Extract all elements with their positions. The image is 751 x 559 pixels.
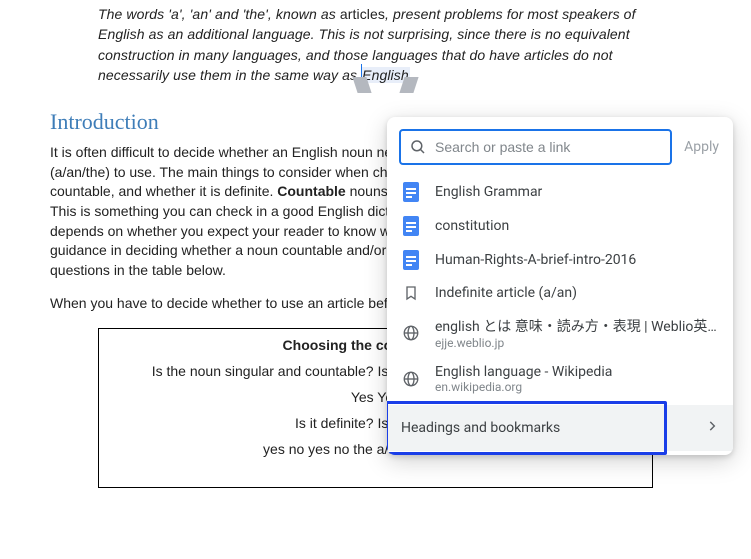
headings-label: Headings and bookmarks xyxy=(401,420,560,436)
globe-icon xyxy=(402,370,420,388)
abstract-text-a: The words 'a', 'an' and 'the', known as xyxy=(98,6,340,22)
globe-icon xyxy=(402,324,420,342)
suggestion-title: Indefinite article (a/an) xyxy=(435,285,719,301)
suggestion-doc[interactable]: Human-Rights-A-brief-intro-2016 xyxy=(387,243,733,277)
link-suggestions: English Grammar constitution Human-Right… xyxy=(387,173,733,455)
suggestion-doc[interactable]: constitution xyxy=(387,209,733,243)
suggestion-title: English language - Wikipedia xyxy=(435,364,719,380)
p1-bold: Countable xyxy=(277,183,345,199)
docs-icon xyxy=(403,216,419,236)
apply-button[interactable]: Apply xyxy=(682,139,721,155)
abstract-paragraph: The words 'a', 'an' and 'the', known as … xyxy=(50,4,701,97)
selected-word-wrap: English xyxy=(361,65,410,85)
bookmark-icon xyxy=(403,284,419,302)
link-search-input[interactable] xyxy=(433,138,662,156)
suggestion-title: Human-Rights-A-brief-intro-2016 xyxy=(435,252,719,268)
link-search-box[interactable] xyxy=(399,129,672,165)
search-icon xyxy=(409,138,427,156)
docs-icon xyxy=(403,182,419,202)
suggestion-web[interactable]: english とは 意味・読み方・表現 | Weblio英和辞書 ejje.w… xyxy=(387,309,733,357)
suggestion-web[interactable]: English language - Wikipedia en.wikipedi… xyxy=(387,357,733,401)
link-popup-header: Apply xyxy=(387,117,733,173)
docs-icon xyxy=(403,250,419,270)
suggestion-title: constitution xyxy=(435,218,719,234)
headings-and-bookmarks-row[interactable]: Headings and bookmarks xyxy=(387,405,733,451)
suggestion-doc[interactable]: English Grammar xyxy=(387,175,733,209)
suggestion-title: english とは 意味・読み方・表現 | Weblio英和辞書 xyxy=(435,316,719,336)
suggestion-bookmark[interactable]: Indefinite article (a/an) xyxy=(387,277,733,309)
suggestion-subtitle: en.wikipedia.org xyxy=(435,380,719,394)
link-popup: Apply English Grammar constitution Human… xyxy=(387,117,733,455)
abstract-articles-word: articles xyxy=(340,6,385,22)
chevron-right-icon xyxy=(705,419,719,437)
suggestion-subtitle: ejje.weblio.jp xyxy=(435,336,719,350)
suggestion-title: English Grammar xyxy=(435,184,719,200)
